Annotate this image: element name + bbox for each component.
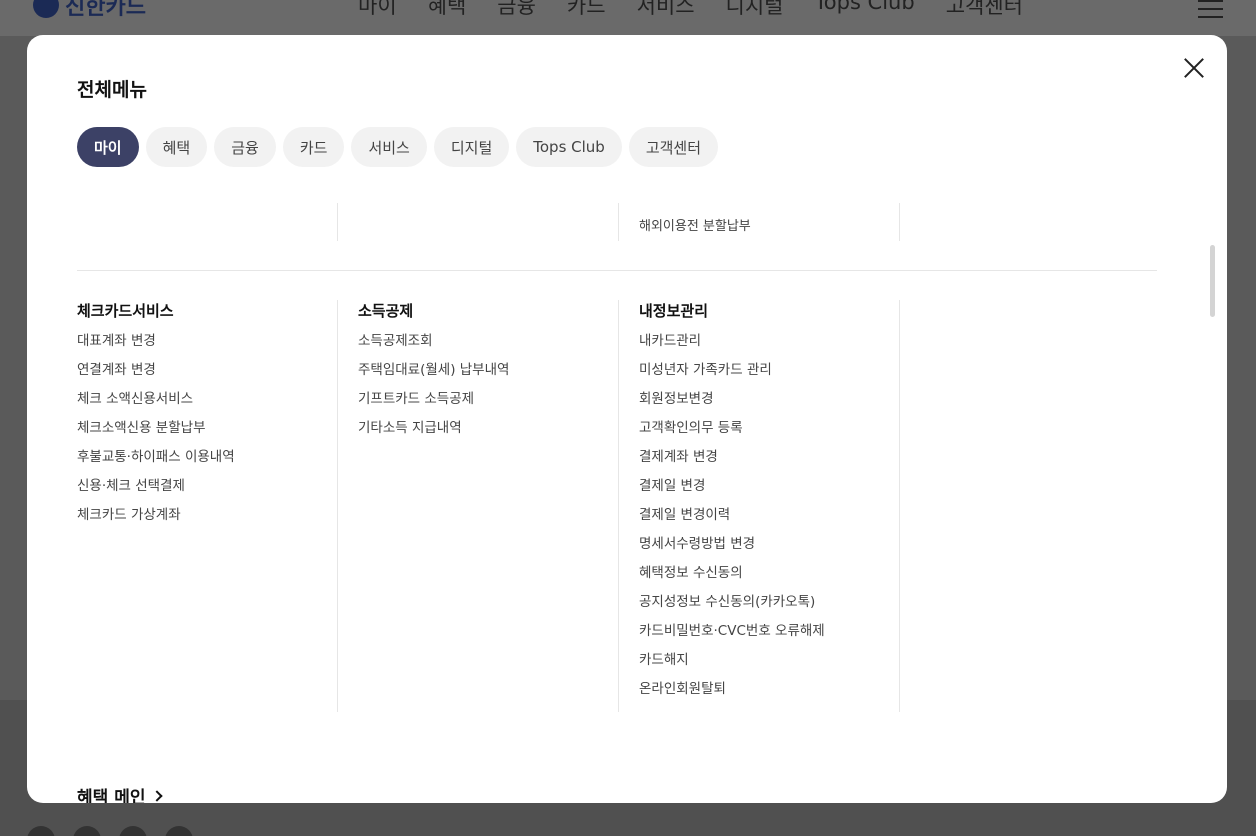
menu-link[interactable]: 혜택정보 수신동의 xyxy=(639,565,920,594)
column-divider xyxy=(899,203,900,241)
bg-nav-item: Tops Club xyxy=(814,0,915,14)
tab-service[interactable]: 서비스 xyxy=(351,127,427,167)
menu-link[interactable]: 카드비밀번호·CVC번호 오류해제 xyxy=(639,623,920,652)
tab-digital[interactable]: 디지털 xyxy=(433,127,510,167)
social-icon xyxy=(73,826,101,836)
menu-link[interactable]: 결제일 변경 xyxy=(639,478,920,507)
footer-social-icons xyxy=(27,826,193,836)
menu-link[interactable]: 주택임대료(월세) 납부내역 xyxy=(358,362,639,391)
chevron-right-icon xyxy=(151,789,164,802)
logo-text: 신한카드 xyxy=(65,0,146,20)
menu-link[interactable]: 고객확인의무 등록 xyxy=(639,420,920,449)
bg-nav-item: 고객센터 xyxy=(945,0,1023,18)
menu-link[interactable]: 미성년자 가족카드 관리 xyxy=(639,362,920,391)
background-nav: 마이 혜택 금융 카드 서비스 디지털 Tops Club 고객센터 xyxy=(358,0,1023,20)
menu-link[interactable]: 후불교통·하이패스 이용내역 xyxy=(77,449,358,478)
bg-nav-item: 혜택 xyxy=(427,0,467,18)
scrollbar-thumb[interactable] xyxy=(1210,245,1215,317)
bg-nav-item: 카드 xyxy=(566,0,606,18)
menu-scroll-area[interactable]: 해외이용전 분할납부 체크카드서비스 대표계좌 변경 연결계좌 변경 체크 소액… xyxy=(27,200,1227,803)
tab-customer-center[interactable]: 고객센터 xyxy=(628,127,719,167)
benefits-main-label: 혜택 메인 xyxy=(77,788,146,803)
menu-link[interactable]: 해외이용전 분할납부 xyxy=(639,215,751,234)
logo-mark-icon xyxy=(33,0,59,18)
menu-link[interactable]: 소득공제조회 xyxy=(358,333,639,362)
menu-column-income-deduction: 소득공제 소득공제조회 주택임대료(월세) 납부내역 기프트카드 소득공제 기타… xyxy=(358,300,639,449)
menu-link[interactable]: 카드해지 xyxy=(639,652,920,681)
social-icon xyxy=(119,826,147,836)
close-icon[interactable] xyxy=(1179,53,1209,83)
menu-row: 체크카드서비스 대표계좌 변경 연결계좌 변경 체크 소액신용서비스 체크소액신… xyxy=(77,300,1157,712)
tab-tops-club[interactable]: Tops Club xyxy=(516,127,622,167)
menu-row-previous: 해외이용전 분할납부 xyxy=(77,203,1157,241)
social-icon xyxy=(165,826,193,836)
menu-link[interactable]: 공지성정보 수신동의(카카오톡) xyxy=(639,594,920,623)
tab-my[interactable]: 마이 xyxy=(77,127,139,167)
column-title: 소득공제 xyxy=(358,302,414,320)
tab-benefits[interactable]: 혜택 xyxy=(145,127,208,167)
shinhan-card-logo[interactable]: 신한카드 xyxy=(33,0,146,20)
menu-link[interactable]: 명세서수령방법 변경 xyxy=(639,536,920,565)
menu-link[interactable]: 회원정보변경 xyxy=(639,391,920,420)
column-title: 내정보관리 xyxy=(639,302,709,320)
bg-nav-item: 디지털 xyxy=(725,0,784,18)
menu-link[interactable]: 연결계좌 변경 xyxy=(77,362,358,391)
tab-finance[interactable]: 금융 xyxy=(214,127,276,167)
bg-nav-item: 금융 xyxy=(497,0,536,18)
menu-link[interactable]: 체크 소액신용서비스 xyxy=(77,391,358,420)
menu-tabs: 마이 혜택 금융 카드 서비스 디지털 Tops Club 고객센터 xyxy=(77,127,719,167)
menu-link[interactable]: 체크카드 가상계좌 xyxy=(77,507,358,536)
modal-title: 전체메뉴 xyxy=(77,79,147,101)
menu-link[interactable]: 온라인회원탈퇴 xyxy=(639,681,920,710)
menu-link[interactable]: 대표계좌 변경 xyxy=(77,333,358,362)
column-divider xyxy=(337,203,338,241)
column-title: 체크카드서비스 xyxy=(77,302,174,320)
hamburger-menu-icon xyxy=(1198,0,1223,18)
bg-nav-item: 마이 xyxy=(358,0,397,18)
menu-link[interactable]: 신용·체크 선택결제 xyxy=(77,478,358,507)
section-divider xyxy=(77,270,1157,271)
menu-link[interactable]: 결제계좌 변경 xyxy=(639,449,920,478)
menu-link[interactable]: 기프트카드 소득공제 xyxy=(358,391,639,420)
bg-nav-item: 서비스 xyxy=(636,0,695,18)
menu-link[interactable]: 기타소득 지급내역 xyxy=(358,420,639,449)
menu-link[interactable]: 결제일 변경이력 xyxy=(639,507,920,536)
full-menu-modal: 전체메뉴 마이 혜택 금융 카드 서비스 디지털 Tops Club 고객센터 … xyxy=(27,35,1227,803)
menu-column-check-card: 체크카드서비스 대표계좌 변경 연결계좌 변경 체크 소액신용서비스 체크소액신… xyxy=(77,300,358,536)
benefits-main-link[interactable]: 혜택 메인 xyxy=(77,783,164,803)
menu-column-my-info: 내정보관리 내카드관리 미성년자 가족카드 관리 회원정보변경 고객확인의무 등… xyxy=(639,300,920,710)
column-divider xyxy=(618,203,619,241)
tab-card[interactable]: 카드 xyxy=(282,127,345,167)
menu-link[interactable]: 내카드관리 xyxy=(639,333,920,362)
menu-link[interactable]: 체크소액신용 분할납부 xyxy=(77,420,358,449)
social-icon xyxy=(27,826,55,836)
